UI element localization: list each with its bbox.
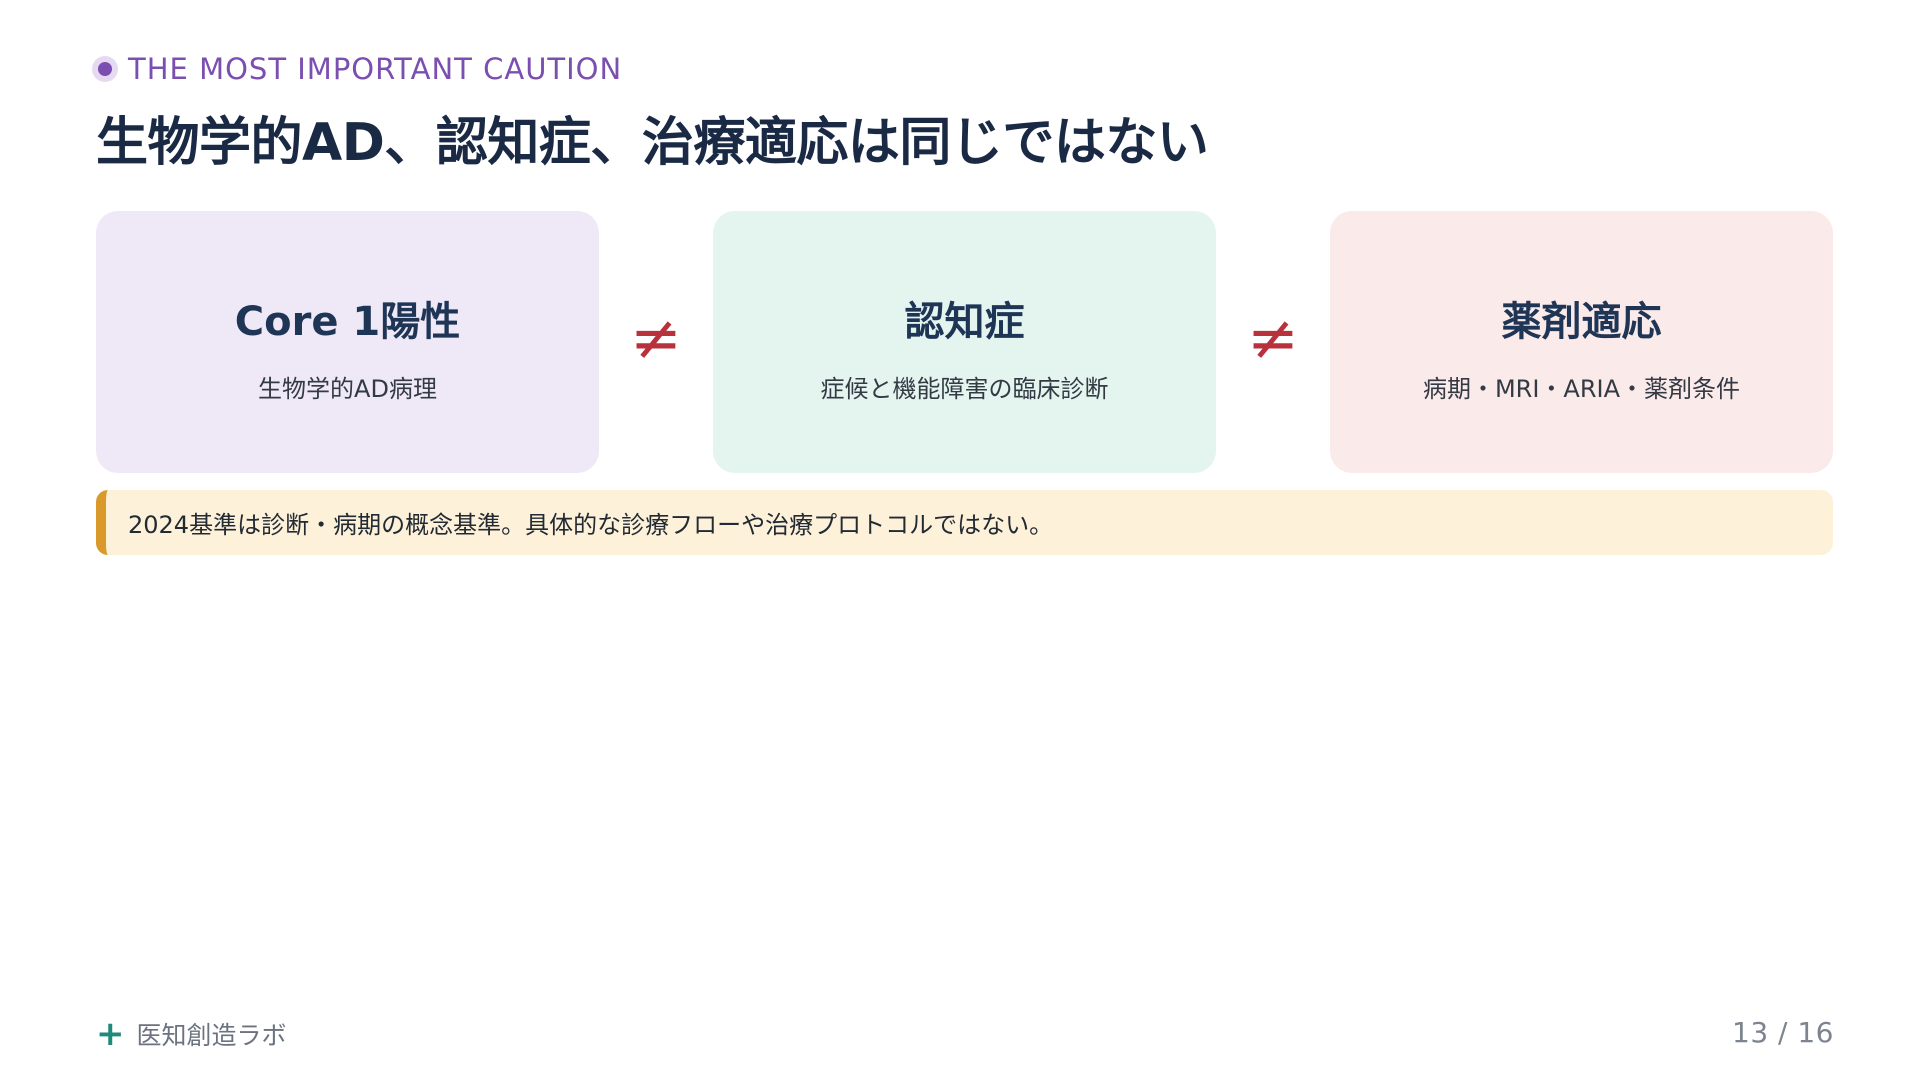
card-dementia: 認知症 症候と機能障害の臨床診断 bbox=[713, 211, 1216, 473]
section-eyebrow: THE MOST IMPORTANT CAUTION bbox=[92, 52, 622, 86]
not-equal-icon: ≠ bbox=[1247, 301, 1299, 374]
eyebrow-text: THE MOST IMPORTANT CAUTION bbox=[128, 52, 623, 86]
comparison-cards: Core 1陽性 生物学的AD病理 ≠ 認知症 症候と機能障害の臨床診断 ≠ 薬… bbox=[96, 211, 1833, 473]
brand-name: 医知創造ラボ bbox=[136, 1021, 287, 1050]
card-title: 薬剤適応 bbox=[1501, 298, 1662, 345]
plus-icon: + bbox=[96, 1014, 125, 1054]
card-subtitle: 生物学的AD病理 bbox=[258, 374, 437, 403]
card-core1: Core 1陽性 生物学的AD病理 bbox=[96, 211, 599, 473]
caution-note: 2024基準は診断・病期の概念基準。具体的な診療フローや治療プロトコルではない。 bbox=[96, 490, 1833, 555]
footer-brand: + 医知創造ラボ bbox=[96, 1016, 287, 1052]
bullet-dot-icon bbox=[98, 62, 112, 76]
note-text: 2024基準は診断・病期の概念基準。具体的な診療フローや治療プロトコルではない。 bbox=[128, 511, 1054, 539]
page-title: 生物学的AD、認知症、治療適応は同じではない bbox=[96, 113, 1209, 173]
card-subtitle: 症候と機能障害の臨床診断 bbox=[820, 374, 1109, 403]
page-number: 13 / 16 bbox=[1732, 1016, 1834, 1049]
not-equal-icon: ≠ bbox=[630, 301, 682, 374]
card-subtitle: 病期・MRI・ARIA・薬剤条件 bbox=[1422, 374, 1741, 403]
card-title: 認知症 bbox=[904, 298, 1025, 345]
card-indication: 薬剤適応 病期・MRI・ARIA・薬剤条件 bbox=[1330, 211, 1833, 473]
card-title: Core 1陽性 bbox=[234, 298, 461, 345]
